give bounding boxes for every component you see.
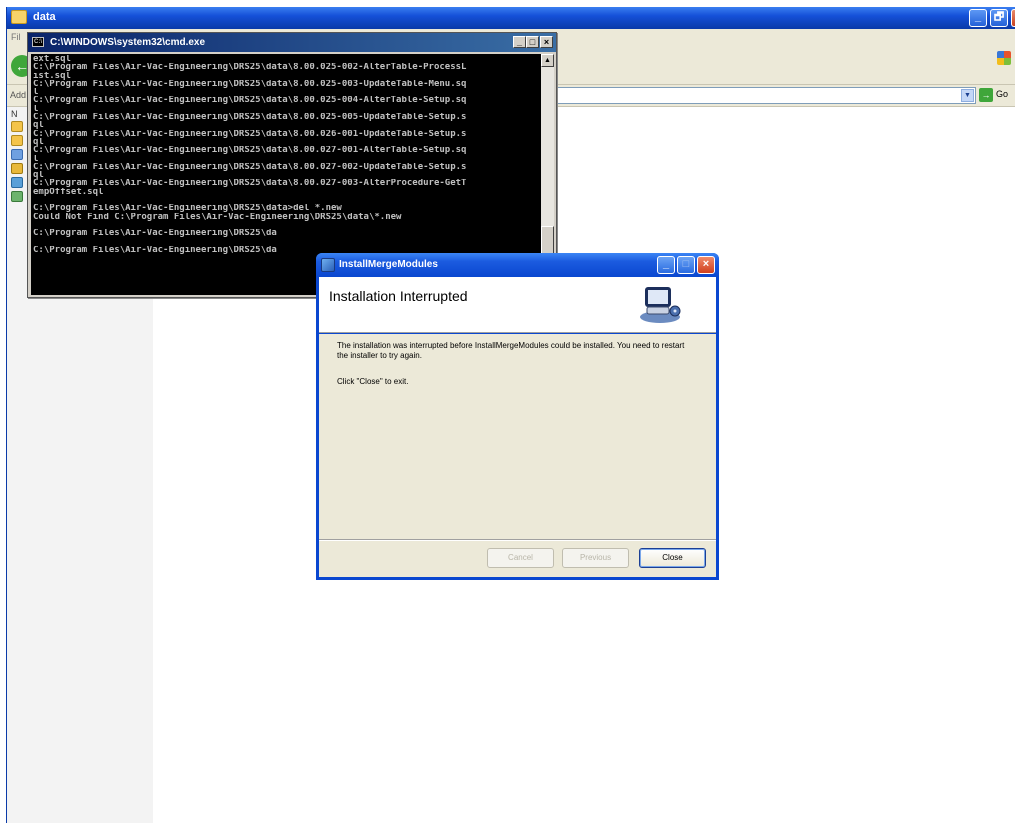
divider — [319, 539, 716, 541]
dialog-heading: Installation Interrupted — [329, 288, 468, 304]
console-line: C:\Program Files\Air-Vac-Engineering\DRS… — [33, 229, 277, 238]
folder-icon[interactable] — [11, 163, 23, 174]
console-line: C:\Program Files\Air-Vac-Engineering\DRS… — [33, 113, 467, 122]
go-label: Go — [996, 89, 1009, 99]
maximize-button[interactable]: □ — [526, 36, 539, 48]
folder-icon — [11, 10, 27, 24]
go-arrow-icon: → — [979, 88, 993, 102]
console-line: l — [33, 104, 39, 114]
folder-icon[interactable] — [11, 135, 23, 146]
console-line: l — [33, 88, 39, 97]
console-line: C:\Program Files\Air-Vac-Engineering\DRS… — [33, 129, 467, 138]
close-button[interactable] — [1011, 9, 1015, 27]
console-line: C:\Program Files\Air-Vac-Engineering\DRS… — [33, 204, 342, 213]
console-line: C:\Program Files\Air-Vac-Engineering\DRS… — [33, 162, 467, 172]
minimize-button[interactable]: _ — [657, 256, 675, 274]
console-line: Could Not Find C:\Program Files\Air-Vac-… — [33, 212, 402, 221]
network-icon[interactable] — [11, 177, 23, 188]
console-line: C:\Program Files\Air-Vac-Engineering\DRS… — [33, 146, 467, 155]
cmd-icon: C:\ — [32, 37, 44, 47]
desktop-screen: data _ 🗗 Fil ← Add ▼ → Go N C:\ C:\WINDO… — [0, 0, 1015, 823]
taskpane-label: N — [11, 109, 18, 119]
cmd-title: C:\WINDOWS\system32\cmd.exe — [50, 37, 206, 48]
close-icon[interactable]: × — [697, 256, 715, 274]
minimize-button[interactable]: _ — [969, 9, 987, 27]
console-line: C:\Program Files\Air-Vac-Engineering\DRS… — [33, 179, 467, 188]
console-line: ext.sql — [33, 55, 71, 64]
scroll-up-icon[interactable]: ▲ — [541, 54, 554, 67]
close-button[interactable]: Close — [639, 548, 706, 568]
console-line: ql — [33, 137, 44, 147]
console-line: ql — [33, 171, 44, 180]
computer-icon[interactable] — [11, 191, 23, 202]
dialog-banner: Installation Interrupted — [319, 277, 716, 333]
console-line: empOffset.sql — [33, 187, 104, 197]
drive-icon[interactable] — [11, 149, 23, 160]
console-line: C:\Program Files\Air-Vac-Engineering\DRS… — [33, 63, 467, 72]
console-line: C:\Program Files\Air-Vac-Engineering\DRS… — [33, 96, 467, 105]
dialog-titlebar[interactable]: InstallMergeModules _ □ × — [316, 253, 719, 277]
console-text: ext.sql C:\Program Files\Air-Vac-Enginee… — [33, 55, 539, 254]
windows-logo-icon — [997, 51, 1011, 65]
folder-icon[interactable] — [11, 121, 23, 132]
cancel-button[interactable]: Cancel — [487, 548, 554, 568]
installer-dialog: InstallMergeModules _ □ × Installation I… — [316, 253, 719, 580]
installer-icon — [321, 258, 335, 272]
dialog-instruction: Click "Close" to exit. — [337, 377, 409, 386]
console-line: l — [33, 154, 39, 163]
dialog-title: InstallMergeModules — [339, 259, 438, 270]
minimize-button[interactable]: _ — [513, 36, 526, 48]
dialog-message: The installation was interrupted before … — [337, 341, 685, 360]
close-button[interactable]: × — [540, 36, 553, 48]
scroll-thumb[interactable] — [541, 226, 554, 254]
menu-file[interactable]: Fil — [11, 32, 21, 42]
restore-button[interactable]: 🗗 — [990, 9, 1008, 27]
console-line: ql — [33, 121, 44, 130]
explorer-titlebar[interactable]: data _ 🗗 — [7, 7, 1015, 29]
dialog-content: The installation was interrupted before … — [319, 334, 716, 577]
console-line: C:\Program Files\Air-Vac-Engineering\DRS… — [33, 79, 467, 89]
maximize-button[interactable]: □ — [677, 256, 695, 274]
console-line: ist.sql — [33, 71, 71, 80]
go-button[interactable]: → Go — [979, 87, 1015, 104]
cmd-titlebar[interactable]: C:\ C:\WINDOWS\system32\cmd.exe _ □ × — [28, 33, 556, 52]
chevron-down-icon[interactable]: ▼ — [961, 89, 974, 102]
explorer-title: data — [33, 11, 56, 23]
address-label: Add — [10, 90, 27, 100]
previous-button[interactable]: Previous — [562, 548, 629, 568]
computer-install-icon — [640, 287, 681, 323]
